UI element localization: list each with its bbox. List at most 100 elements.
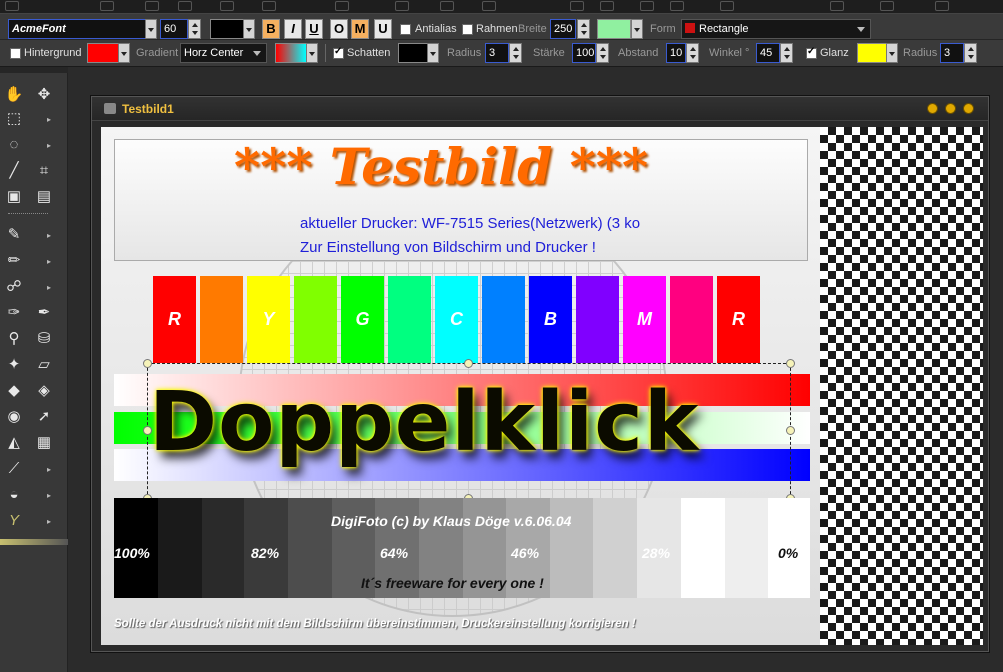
u-button[interactable]: U <box>374 19 392 39</box>
chevron-right-icon[interactable]: ▸ <box>47 465 55 474</box>
toolbar-icon[interactable] <box>145 1 159 11</box>
gloss-checkbox[interactable] <box>806 46 817 59</box>
distance-spinner[interactable] <box>686 43 699 63</box>
brush-icon[interactable]: ✎ <box>3 225 25 245</box>
toolbar-icon[interactable] <box>935 1 949 11</box>
shadow-color-dropdown[interactable] <box>427 43 439 63</box>
pattern-icon[interactable]: ▦ <box>33 433 55 453</box>
resize-handle[interactable] <box>786 359 795 368</box>
stamp-icon[interactable]: ▤ <box>33 187 55 207</box>
radius-spinner[interactable] <box>509 43 522 63</box>
toolbar-icon[interactable] <box>5 1 19 11</box>
background-color-dropdown[interactable] <box>118 43 130 63</box>
toolbar-icon[interactable] <box>395 1 409 11</box>
eraser-icon[interactable]: ▱ <box>33 355 55 375</box>
gloss-color-dropdown[interactable] <box>886 43 898 63</box>
width-spinner[interactable] <box>577 19 590 39</box>
toolbar-icon[interactable] <box>482 1 496 11</box>
font-color-swatch[interactable] <box>597 19 631 39</box>
shadow-checkbox[interactable] <box>333 46 344 59</box>
antialias-checkbox[interactable] <box>400 24 411 35</box>
sound-icon[interactable]: ◉ <box>3 407 25 427</box>
pencil-icon[interactable]: ✏ <box>3 251 25 271</box>
toolbar-icon[interactable] <box>100 1 114 11</box>
gradient-color-dropdown[interactable] <box>306 43 318 63</box>
chevron-right-icon[interactable]: ▸ <box>47 257 55 266</box>
sharpen-icon[interactable]: ✑ <box>3 303 25 323</box>
resize-handle[interactable] <box>143 426 152 435</box>
toolbar-icon[interactable] <box>670 1 684 11</box>
shape-icon[interactable]: ◈ <box>33 381 55 401</box>
bmp-icon[interactable] <box>600 1 614 11</box>
chevron-right-icon[interactable]: ▸ <box>47 517 55 526</box>
chevron-right-icon[interactable]: ▸ <box>47 141 55 150</box>
smudge-icon[interactable]: ☍ <box>3 277 25 297</box>
eyedropper-icon[interactable]: ⚲ <box>3 329 25 349</box>
test-image-canvas[interactable]: *** Testbild *** aktueller Drucker: WF-7… <box>101 127 820 645</box>
bold-button[interactable]: B <box>262 19 280 39</box>
text-color-dropdown[interactable] <box>243 19 255 39</box>
radius-input[interactable]: 3 <box>485 43 509 63</box>
background-checkbox[interactable] <box>10 48 21 59</box>
chevron-right-icon[interactable]: ▸ <box>47 491 55 500</box>
chevron-right-icon[interactable]: ▸ <box>47 231 55 240</box>
strength-spinner[interactable] <box>596 43 609 63</box>
toolbar-icon[interactable] <box>335 1 349 11</box>
line-tool-icon[interactable]: ╱ <box>3 161 25 181</box>
crop-icon[interactable]: ⌗ <box>33 161 55 181</box>
eye-icon[interactable]: ◒ <box>3 485 25 505</box>
toolbar-icon[interactable] <box>178 1 192 11</box>
resize-handle[interactable] <box>464 359 473 368</box>
toolbar-icon[interactable] <box>640 1 654 11</box>
window-titlebar[interactable]: Testbild1 <box>92 97 988 121</box>
gradient-select[interactable]: Horz Center <box>180 43 267 63</box>
radius2-input[interactable]: 3 <box>940 43 964 63</box>
gloss-color-swatch[interactable] <box>857 43 887 63</box>
maximize-button[interactable] <box>945 103 956 114</box>
underline-button[interactable]: U <box>305 19 323 39</box>
outline-button[interactable]: O <box>330 19 348 39</box>
font-size-input[interactable]: 60 <box>160 19 188 39</box>
resize-handle[interactable] <box>786 426 795 435</box>
toolbar-icon[interactable] <box>880 1 894 11</box>
italic-button[interactable]: I <box>284 19 302 39</box>
text-color-swatch[interactable] <box>210 19 244 39</box>
strength-input[interactable]: 100 <box>572 43 596 63</box>
background-color-swatch[interactable] <box>87 43 119 63</box>
jpg-icon[interactable] <box>570 1 584 11</box>
toolbar-icon[interactable] <box>262 1 276 11</box>
save-icon[interactable]: ▣ <box>3 187 25 207</box>
angle-input[interactable]: 45 <box>756 43 780 63</box>
lasso-icon[interactable]: ◌ <box>3 135 25 155</box>
minimize-button[interactable] <box>927 103 938 114</box>
hand-icon[interactable]: ✋ <box>3 85 25 105</box>
bucket-icon[interactable]: ⛁ <box>33 329 55 349</box>
fill-icon[interactable]: ◆ <box>3 381 25 401</box>
form-select[interactable]: Rectangle <box>681 19 871 39</box>
font-dropdown-arrow[interactable] <box>145 19 157 39</box>
distance-input[interactable]: 10 <box>666 43 686 63</box>
radius2-spinner[interactable] <box>964 43 977 63</box>
toolbar-icon[interactable] <box>830 1 844 11</box>
picker-icon[interactable]: ⟋ <box>3 459 25 479</box>
angle-spinner[interactable] <box>780 43 793 63</box>
width-input[interactable]: 250 <box>550 19 576 39</box>
toolbar-icon[interactable] <box>440 1 454 11</box>
font-size-spinner[interactable] <box>188 19 201 39</box>
chevron-right-icon[interactable]: ▸ <box>47 115 55 124</box>
dodge-icon[interactable]: ✦ <box>3 355 25 375</box>
gamma-icon[interactable]: Y <box>3 511 25 531</box>
frame-checkbox[interactable] <box>462 24 473 35</box>
selection-frame[interactable] <box>147 363 791 499</box>
clone-icon[interactable]: ◭ <box>3 433 25 453</box>
chevron-right-icon[interactable]: ▸ <box>47 283 55 292</box>
shadow-color-swatch[interactable] <box>398 43 428 63</box>
move-icon[interactable]: ✥ <box>33 85 55 105</box>
toolbar-icon[interactable] <box>720 1 734 11</box>
resize-handle[interactable] <box>143 359 152 368</box>
pointer-icon[interactable]: ➚ <box>33 407 55 427</box>
rect-select-icon[interactable]: ⬚ <box>3 109 25 129</box>
gradient-color-swatch[interactable] <box>275 43 307 63</box>
font-select[interactable]: AcmeFont <box>8 19 146 39</box>
blur-icon[interactable]: ✒ <box>33 303 55 323</box>
